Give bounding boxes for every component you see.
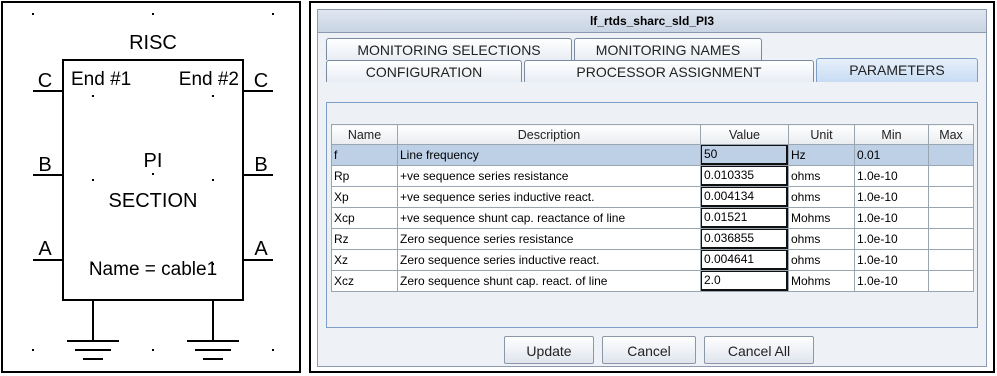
tab-monitoring-selections[interactable]: MONITORING SELECTIONS bbox=[326, 38, 572, 60]
port-b-right-label: B bbox=[254, 154, 267, 176]
parameters-table: Name Description Value Unit Min Max f Li… bbox=[331, 124, 974, 292]
param-value-field[interactable]: 0.004641 bbox=[701, 250, 788, 270]
table-row[interactable]: Rp +ve sequence series resistance 0.0103… bbox=[331, 165, 974, 187]
dialog-window: lf_rtds_sharc_sld_PI3 MONITORING SELECTI… bbox=[317, 9, 987, 367]
param-value-field[interactable]: 50 bbox=[701, 145, 788, 165]
column-header-unit[interactable]: Unit bbox=[788, 124, 855, 145]
port-c-left-label: C bbox=[38, 70, 52, 92]
param-min: 1.0e-10 bbox=[854, 249, 929, 271]
table-row[interactable]: Xz Zero sequence series inductive react.… bbox=[331, 249, 974, 271]
port-c-right-label: C bbox=[254, 70, 268, 92]
param-min: 1.0e-10 bbox=[854, 207, 929, 229]
param-max bbox=[928, 249, 974, 271]
param-min: 1.0e-10 bbox=[854, 165, 929, 187]
table-row[interactable]: Rz Zero sequence series resistance 0.036… bbox=[331, 228, 974, 250]
component-name-label: Name = cable1 bbox=[89, 259, 217, 280]
param-value-field[interactable]: 0.004134 bbox=[701, 187, 788, 207]
tab-processor-assignment[interactable]: PROCESSOR ASSIGNMENT bbox=[524, 60, 814, 82]
parameters-dialog: lf_rtds_sharc_sld_PI3 MONITORING SELECTI… bbox=[309, 1, 995, 373]
param-unit: Mohms bbox=[788, 207, 855, 229]
cancel-all-button[interactable]: Cancel All bbox=[704, 336, 814, 364]
schematic-header: RISC bbox=[129, 32, 177, 54]
ground-icon bbox=[67, 340, 119, 360]
param-name: Rp bbox=[331, 165, 398, 187]
param-min: 1.0e-10 bbox=[854, 228, 929, 250]
tab-monitoring-names[interactable]: MONITORING NAMES bbox=[574, 38, 762, 60]
end1-label: End #1 bbox=[71, 69, 131, 90]
column-header-description[interactable]: Description bbox=[397, 124, 701, 145]
param-unit: Hz bbox=[788, 144, 855, 166]
param-description: +ve sequence series inductive react. bbox=[397, 186, 701, 208]
table-row[interactable]: Xcz Zero sequence shunt cap. react. of l… bbox=[331, 270, 974, 292]
param-unit: ohms bbox=[788, 249, 855, 271]
param-max bbox=[928, 186, 974, 208]
column-header-max[interactable]: Max bbox=[928, 124, 974, 145]
param-min: 0.01 bbox=[854, 144, 929, 166]
parameters-panel: Name Description Value Unit Min Max f Li… bbox=[326, 102, 978, 328]
param-description: Zero sequence series resistance bbox=[397, 228, 701, 250]
port-a-right-label: A bbox=[254, 238, 268, 260]
tab-configuration[interactable]: CONFIGURATION bbox=[326, 60, 522, 82]
param-value-field[interactable]: 0.036855 bbox=[701, 229, 788, 249]
end2-label: End #2 bbox=[179, 69, 239, 90]
param-name: f bbox=[331, 144, 398, 166]
ground-icon bbox=[187, 340, 239, 360]
param-name: Xz bbox=[331, 249, 398, 271]
param-max bbox=[928, 165, 974, 187]
schematic-panel: RISC End #1 End #2 PI SECTION Name = cab… bbox=[1, 1, 301, 373]
param-unit: ohms bbox=[788, 165, 855, 187]
update-button[interactable]: Update bbox=[504, 336, 594, 364]
button-bar: Update Cancel Cancel All bbox=[318, 328, 986, 368]
table-header-row: Name Description Value Unit Min Max bbox=[331, 124, 974, 145]
param-unit: Mohms bbox=[788, 270, 855, 292]
param-value-field[interactable]: 0.01521 bbox=[701, 208, 788, 228]
param-name: Xcp bbox=[331, 207, 398, 229]
param-max bbox=[928, 144, 974, 166]
param-min: 1.0e-10 bbox=[854, 186, 929, 208]
table-row[interactable]: Xcp +ve sequence shunt cap. reactance of… bbox=[331, 207, 974, 229]
param-name: Xp bbox=[331, 186, 398, 208]
table-row[interactable]: Xp +ve sequence series inductive react. … bbox=[331, 186, 974, 208]
param-max bbox=[928, 270, 974, 292]
param-description: +ve sequence shunt cap. reactance of lin… bbox=[397, 207, 701, 229]
param-min: 1.0e-10 bbox=[854, 270, 929, 292]
port-b-left-label: B bbox=[38, 154, 51, 176]
param-description: Line frequency bbox=[397, 144, 701, 166]
column-header-name[interactable]: Name bbox=[331, 124, 398, 145]
param-description: Zero sequence series inductive react. bbox=[397, 249, 701, 271]
dialog-title: lf_rtds_sharc_sld_PI3 bbox=[318, 10, 986, 33]
section-label: SECTION bbox=[109, 190, 198, 212]
column-header-value[interactable]: Value bbox=[700, 124, 789, 145]
param-value-field[interactable]: 0.010335 bbox=[701, 166, 788, 186]
pi-section-symbol: RISC End #1 End #2 PI SECTION Name = cab… bbox=[32, 13, 274, 360]
param-description: Zero sequence shunt cap. react. of line bbox=[397, 270, 701, 292]
column-header-min[interactable]: Min bbox=[854, 124, 929, 145]
cancel-button[interactable]: Cancel bbox=[602, 336, 696, 364]
param-name: Rz bbox=[331, 228, 398, 250]
pi-label: PI bbox=[144, 150, 163, 172]
param-name: Xcz bbox=[331, 270, 398, 292]
tab-parameters[interactable]: PARAMETERS bbox=[816, 58, 978, 82]
param-unit: ohms bbox=[788, 186, 855, 208]
param-unit: ohms bbox=[788, 228, 855, 250]
port-a-left-label: A bbox=[38, 238, 52, 260]
param-description: +ve sequence series resistance bbox=[397, 165, 701, 187]
param-max bbox=[928, 207, 974, 229]
table-row[interactable]: f Line frequency 50 Hz 0.01 bbox=[331, 144, 974, 166]
param-max bbox=[928, 228, 974, 250]
param-value-field[interactable]: 2.0 bbox=[701, 271, 788, 291]
